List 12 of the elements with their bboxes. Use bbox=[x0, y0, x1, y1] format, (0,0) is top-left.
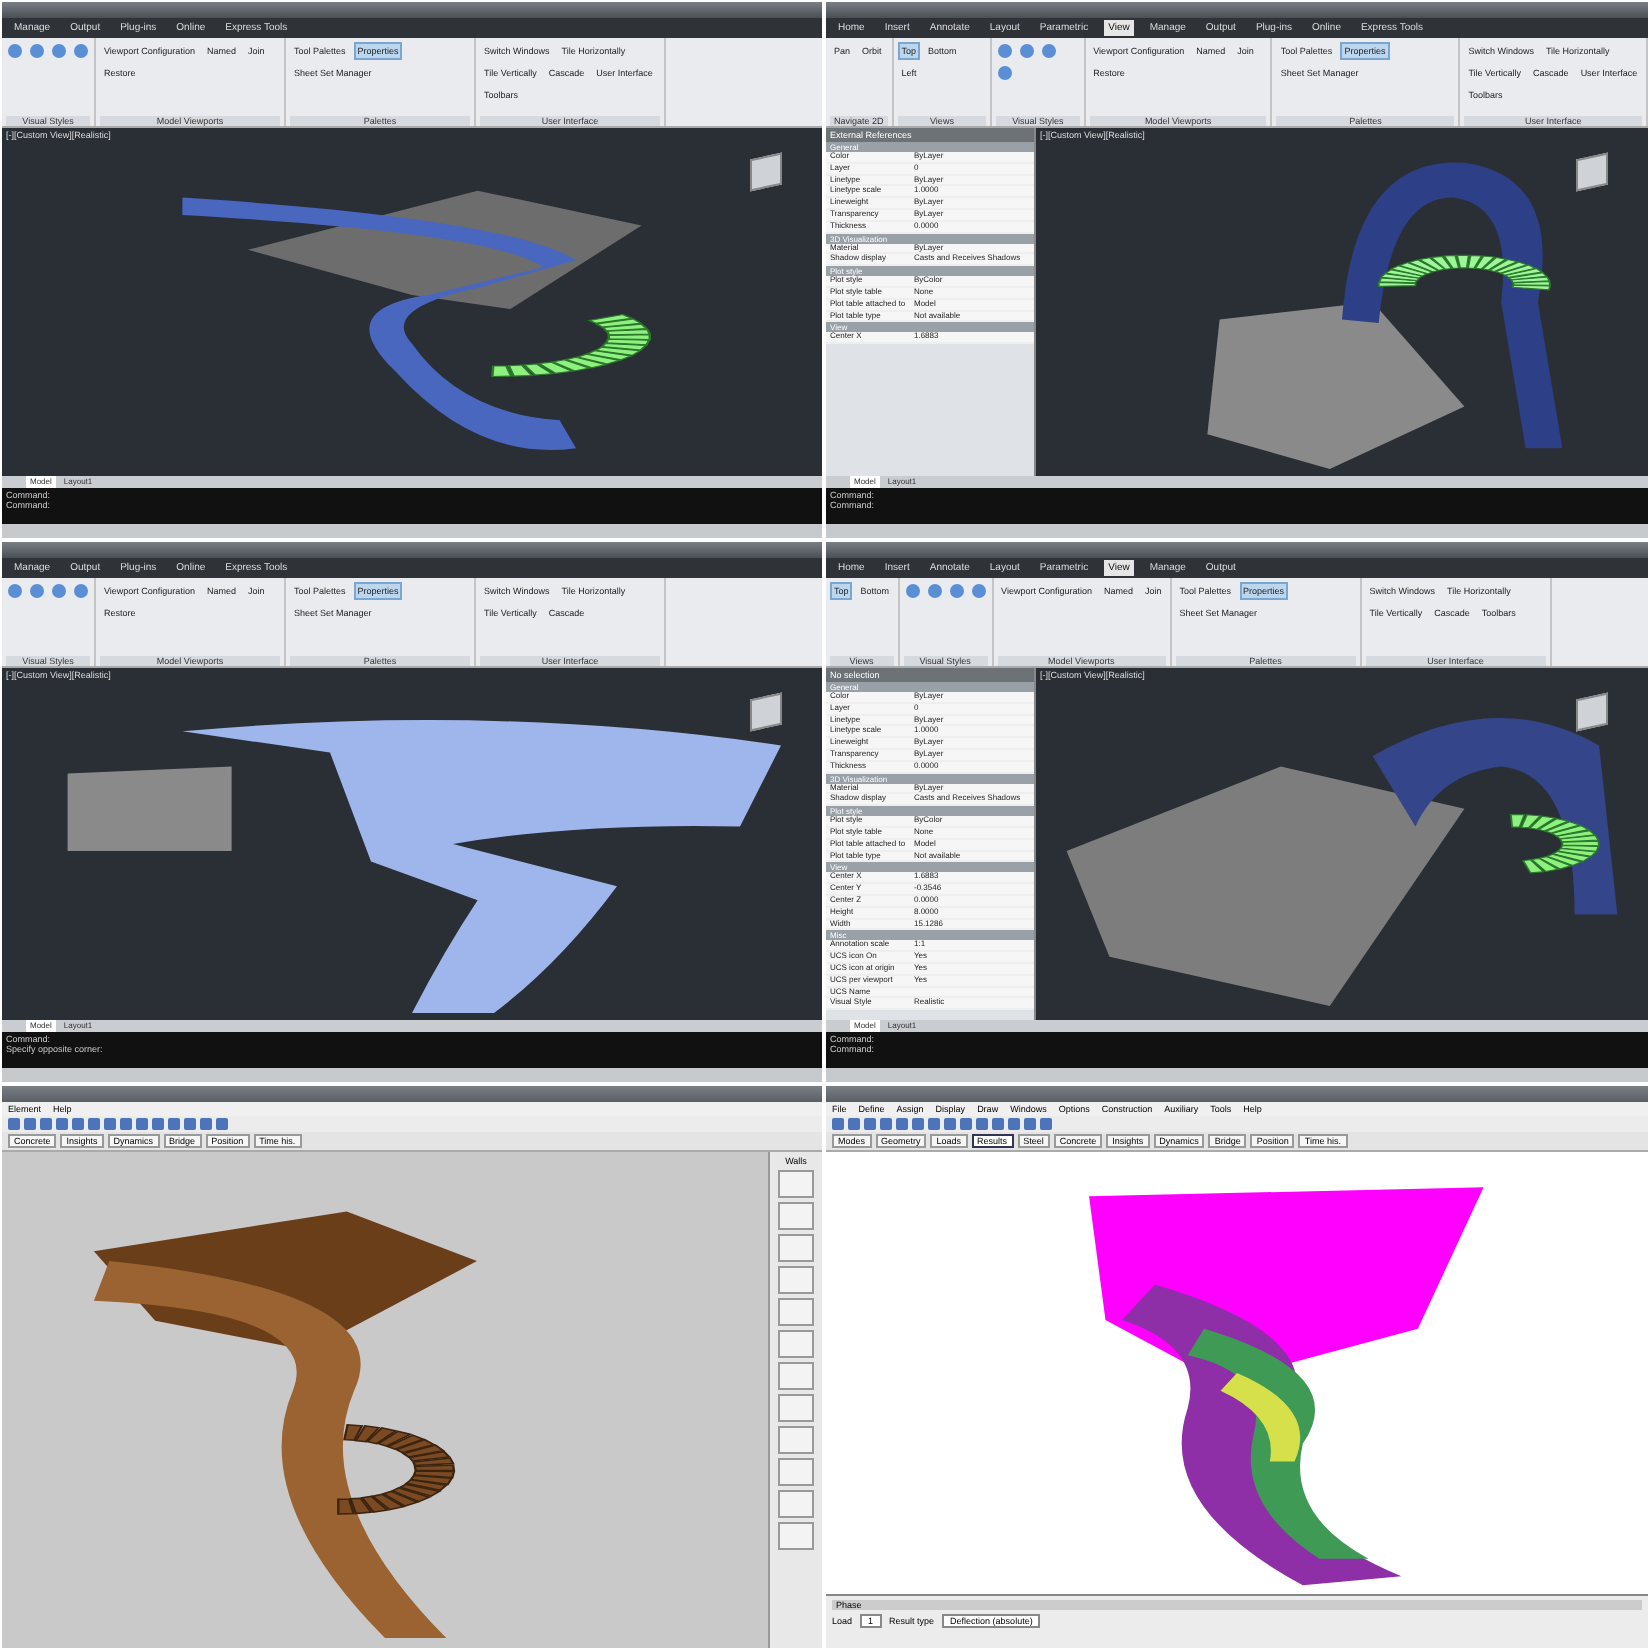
tool-icon[interactable] bbox=[778, 1522, 814, 1550]
tool-icon[interactable] bbox=[778, 1266, 814, 1294]
tool-icon[interactable] bbox=[778, 1458, 814, 1486]
tool-icon[interactable] bbox=[778, 1394, 814, 1422]
tool-icon[interactable] bbox=[778, 1202, 814, 1230]
tool-icon[interactable] bbox=[778, 1298, 814, 1326]
tool-icon[interactable] bbox=[778, 1330, 814, 1358]
tool-icon[interactable] bbox=[778, 1170, 814, 1198]
tool-icon[interactable] bbox=[778, 1362, 814, 1390]
tool-icon[interactable] bbox=[778, 1490, 814, 1518]
tool-icon[interactable] bbox=[778, 1234, 814, 1262]
tool-icon[interactable] bbox=[778, 1426, 814, 1454]
